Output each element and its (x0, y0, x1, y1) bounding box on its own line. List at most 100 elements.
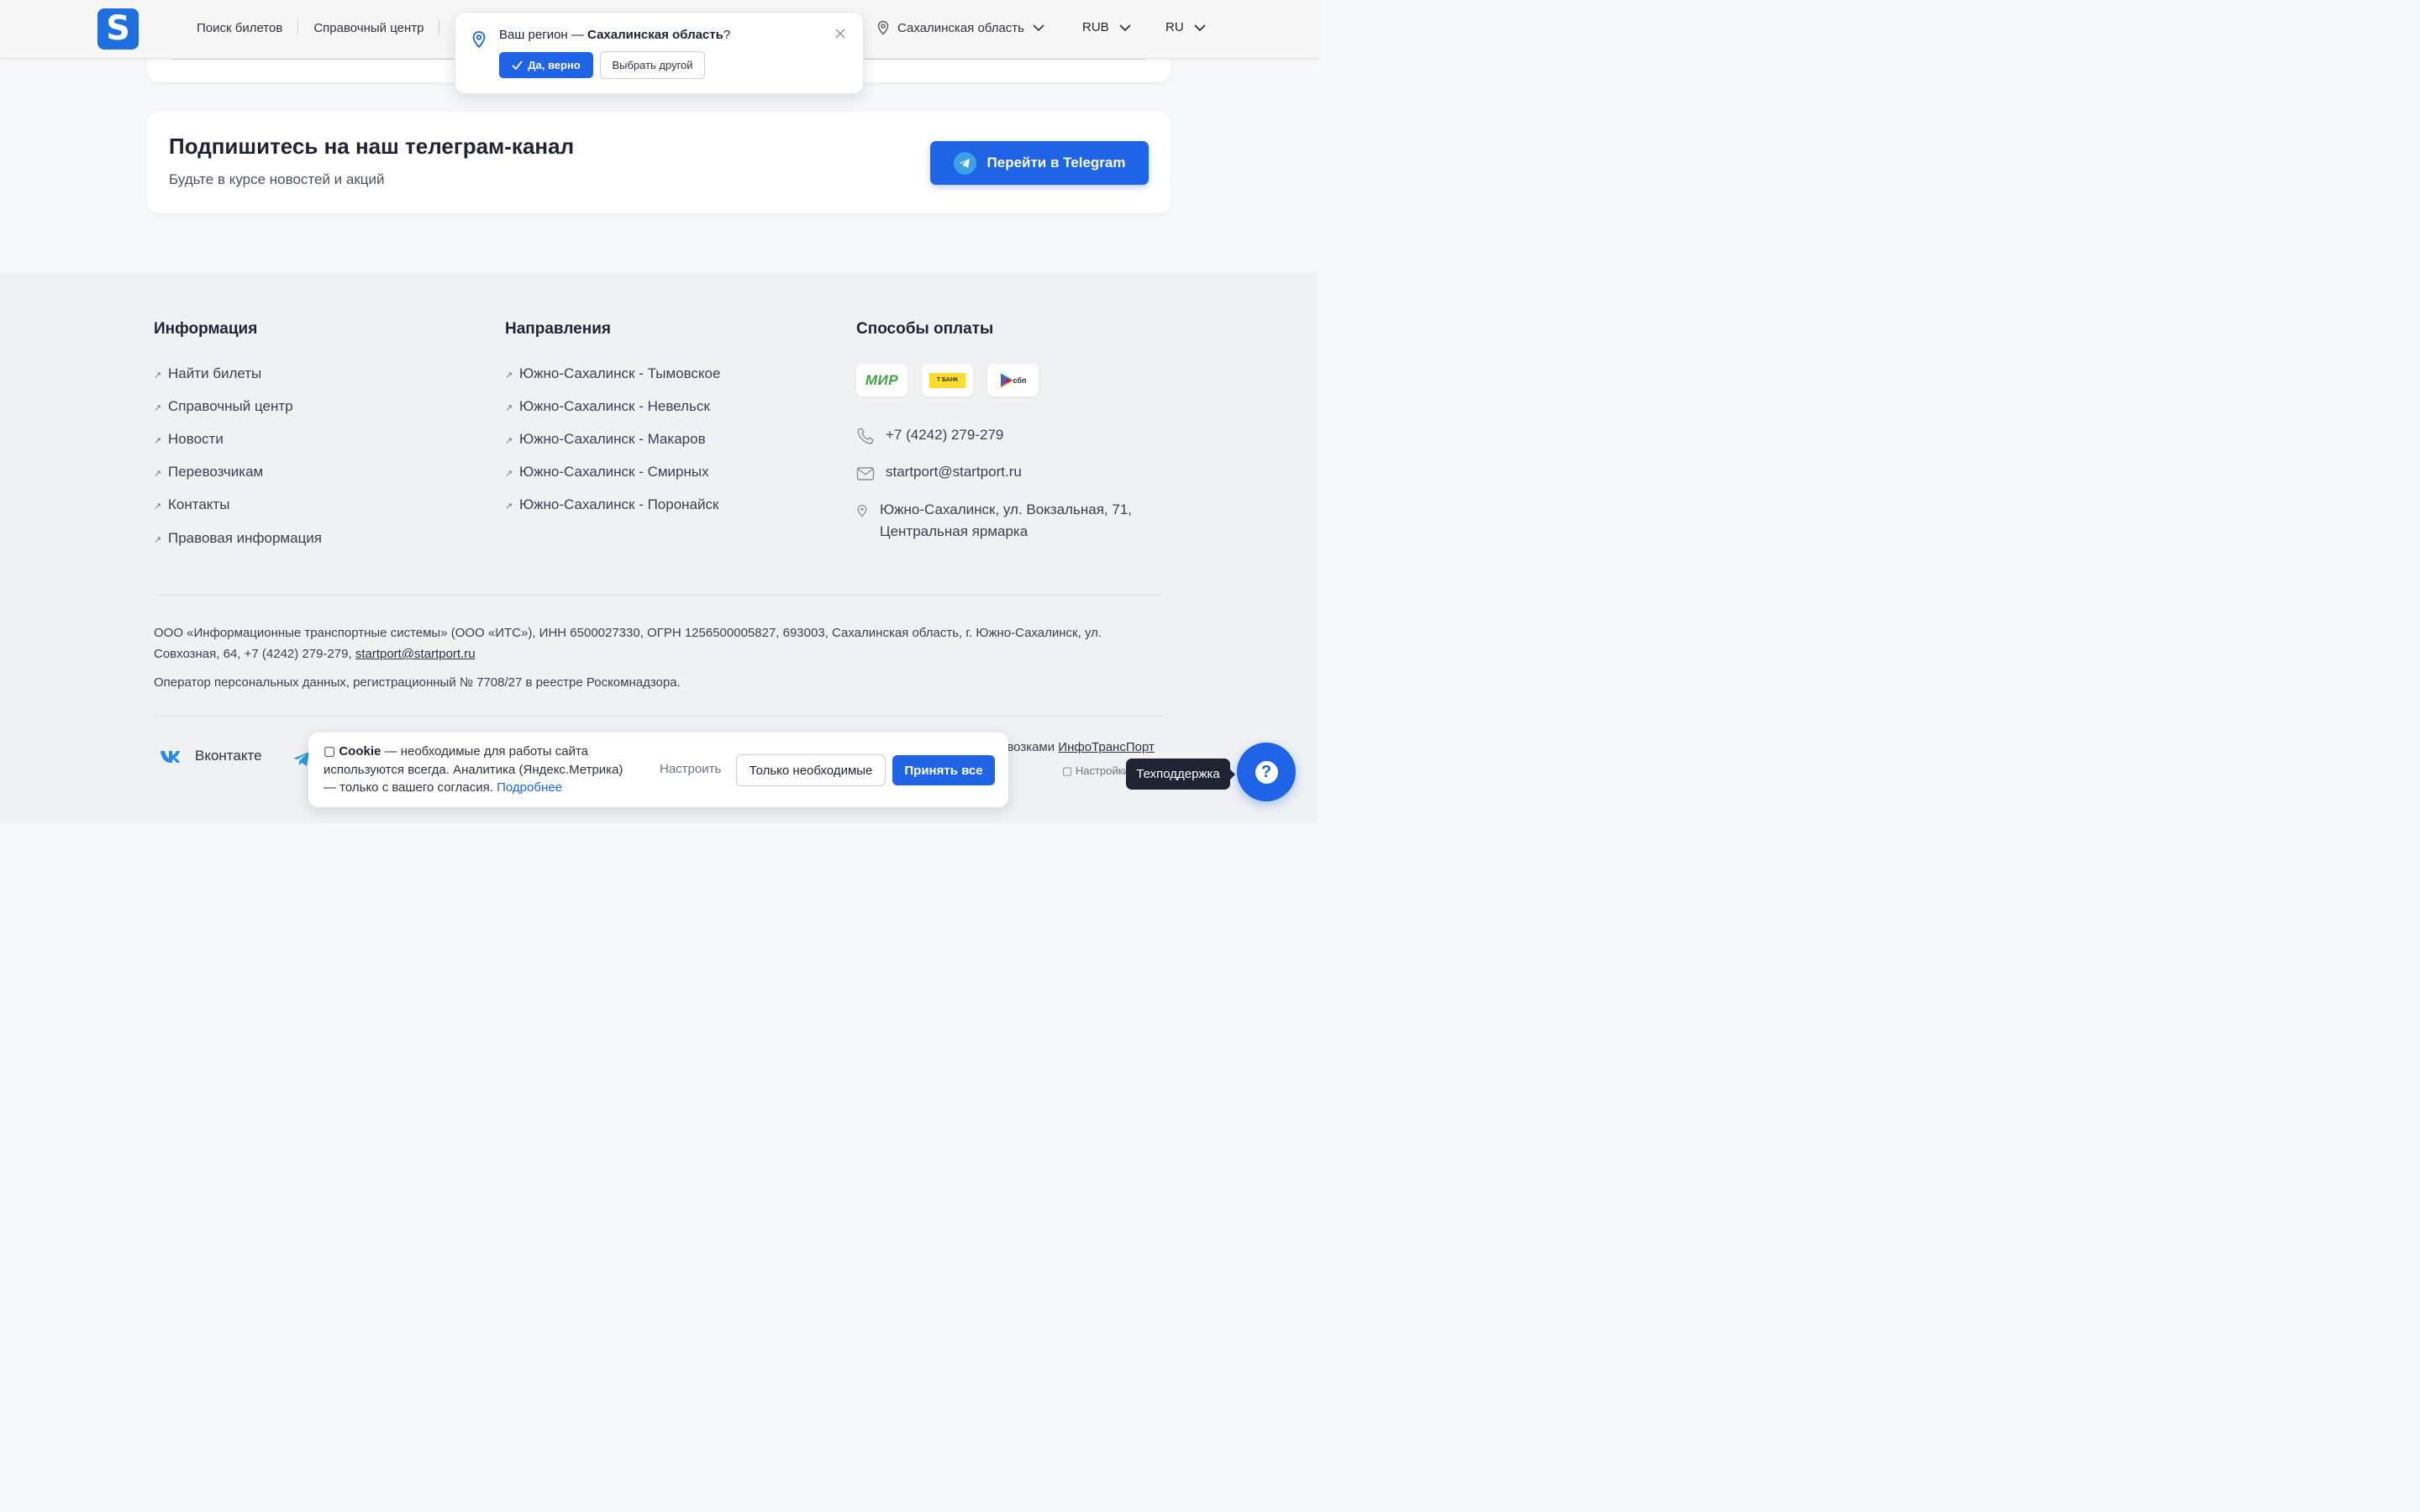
developer-link[interactable]: ИнфоТрансПорт (1058, 740, 1155, 754)
footer-link-find-tickets[interactable]: ↗ Найти билеты (154, 357, 322, 390)
arrow-up-right-icon: ↗ (505, 370, 513, 381)
phone-icon (856, 427, 886, 445)
footer-link-legal[interactable]: ↗ Правовая информация (154, 522, 322, 554)
footer-link-direction[interactable]: ↗ Южно-Сахалинск - Невельск (505, 390, 720, 423)
cookie-icon: ▢ (324, 744, 339, 759)
currency-selector[interactable]: RUB (1082, 20, 1131, 34)
telegram-card-subtitle: Будьте в курсе новостей и акций (169, 171, 385, 187)
arrow-up-right-icon: ↗ (505, 435, 513, 446)
arrow-up-right-icon: ↗ (154, 534, 162, 545)
logo[interactable]: S (97, 8, 139, 50)
vk-link[interactable]: Вконтакте (160, 748, 262, 764)
company-legal-info: ООО «Информационные транспортные системы… (154, 622, 1162, 664)
region-question-prefix: Ваш регион — (499, 28, 588, 42)
footer-link-direction[interactable]: ↗ Южно-Сахалинск - Тымовское (505, 357, 720, 390)
location-pin-icon (856, 499, 880, 517)
footer-link-contacts[interactable]: ↗ Контакты (154, 489, 322, 522)
arrow-up-right-icon: ↗ (154, 402, 162, 413)
cookie-more-link[interactable]: Подробнее (497, 780, 562, 795)
region-question: Ваш регион — Сахалинская область? (499, 28, 730, 42)
footer-link-direction[interactable]: ↗ Южно-Сахалинск - Макаров (505, 423, 720, 455)
footer-divider (154, 595, 1164, 596)
vk-link-label: Вконтакте (195, 748, 262, 764)
phone-number: +7 (4242) 279-279 (886, 427, 1004, 443)
direction-links: ↗ Южно-Сахалинск - Тымовское ↗ Южно-Сахали… (505, 357, 720, 522)
arrow-up-right-icon: ↗ (154, 501, 162, 512)
nav-search-tickets[interactable]: Поиск билетов (197, 21, 282, 35)
footer-link-label: Южно-Сахалинск - Смирных (519, 464, 709, 480)
mir-logo-text: МИР (865, 371, 899, 388)
contact-email[interactable]: startport@startport.ru (856, 464, 1022, 481)
footer-link-direction[interactable]: ↗ Южно-Сахалинск - Смирных (505, 456, 720, 489)
footer-link-help-center[interactable]: ↗ Справочный центр (154, 390, 322, 423)
email-address: startport@startport.ru (886, 464, 1022, 480)
footer-link-label: Правовая информация (168, 529, 323, 546)
payment-column-title: Способы оплаты (856, 320, 994, 338)
arrow-up-right-icon: ↗ (505, 402, 513, 413)
cookie-configure-button[interactable]: Настроить (660, 762, 721, 776)
cookie-accept-all-button[interactable]: Принять все (892, 755, 995, 785)
tbank-logo-text: Т БАНК (929, 372, 965, 388)
telegram-subscribe-card: Подпишитесь на наш телеграм-канал Будьте… (147, 112, 1171, 213)
close-icon[interactable] (835, 29, 845, 39)
footer-link-direction[interactable]: ↗ Южно-Сахалинск - Поронайск (505, 489, 720, 522)
question-icon: ? (1255, 760, 1278, 784)
telegram-button-label: Перейти в Telegram (986, 155, 1126, 171)
region-confirm-popup: Ваш регион — Сахалинская область? Да, ве… (455, 12, 864, 94)
chevron-down-icon (1033, 24, 1044, 31)
cookie-title: Cookie (339, 744, 381, 759)
main-nav: Поиск билетов Справочный центр (197, 20, 455, 35)
cookie-text: ▢ Cookie — необходимые для работы сайта … (324, 743, 634, 797)
legal-email-link[interactable]: startport@startport.ru (355, 647, 476, 661)
choose-other-region-button[interactable]: Выбрать другой (600, 51, 705, 79)
sbp-icon (1000, 372, 1013, 388)
personal-data-operator: Оператор персональных данных, регистраци… (154, 675, 681, 690)
language-selector[interactable]: RU (1165, 20, 1206, 34)
footer-link-label: Найти билеты (168, 365, 262, 381)
region-label: Сахалинская область (897, 20, 1024, 35)
legal-text: ООО «Информационные транспортные системы… (154, 626, 1102, 661)
cookie-necessary-only-button[interactable]: Только необходимые (736, 754, 886, 786)
confirm-region-button[interactable]: Да, верно (499, 52, 593, 78)
footer-link-carriers[interactable]: ↗ Перевозчикам (154, 456, 322, 489)
nav-help-center[interactable]: Справочный центр (313, 21, 424, 35)
settings-link[interactable]: ▢ Настройки (1062, 764, 1129, 778)
arrow-up-right-icon: ↗ (154, 370, 162, 381)
mir-payment-logo: МИР (856, 364, 908, 396)
address-text: Южно-Сахалинск, ул. Вокзальная, 71, Цент… (880, 499, 1132, 543)
location-pin-icon (877, 20, 889, 35)
support-button[interactable]: ? (1237, 743, 1296, 801)
language-label: RU (1165, 20, 1184, 34)
footer-link-label: Справочный центр (168, 397, 293, 414)
developer-credit: евозками ИнфоТрансПорт (1000, 740, 1155, 754)
footer-link-label: Южно-Сахалинск - Макаров (519, 430, 706, 447)
sbp-logo-text: сбп (1013, 375, 1027, 385)
arrow-up-right-icon: ↗ (505, 501, 513, 512)
location-pin-icon (472, 31, 486, 49)
telegram-icon (953, 151, 976, 175)
check-icon (512, 60, 523, 70)
sbp-logo: сбп (1000, 372, 1027, 388)
arrow-up-right-icon: ↗ (154, 469, 162, 480)
region-selector[interactable]: Сахалинская область (876, 20, 1052, 35)
address-line-2: Центральная ярмарка (880, 523, 1028, 539)
telegram-card-title: Подпишитесь на наш телеграм-канал (169, 134, 575, 159)
footer-link-label: Контакты (168, 496, 230, 513)
address-line-1: Южно-Сахалинск, ул. Вокзальная, 71, (880, 501, 1132, 517)
contact-address: Южно-Сахалинск, ул. Вокзальная, 71, Цент… (856, 499, 1132, 543)
arrow-up-right-icon: ↗ (505, 469, 513, 480)
contact-phone[interactable]: +7 (4242) 279-279 (856, 427, 1003, 445)
mail-icon (856, 464, 886, 481)
confirm-region-label: Да, верно (528, 59, 581, 71)
telegram-button[interactable]: Перейти в Telegram (930, 141, 1149, 185)
developer-prefix: евозками (1000, 740, 1059, 754)
payment-methods: МИР Т БАНК сбп (856, 364, 1053, 396)
footer-link-label: Южно-Сахалинск - Поронайск (519, 496, 719, 513)
settings-link-label: Настройки (1075, 764, 1129, 777)
arrow-up-right-icon: ↗ (154, 435, 162, 446)
region-question-name: Сахалинская область (587, 28, 723, 42)
directions-column-title: Направления (505, 320, 611, 338)
region-question-suffix: ? (723, 28, 731, 42)
footer-link-news[interactable]: ↗ Новости (154, 423, 322, 455)
info-links: ↗ Найти билеты ↗ Справочный центр ↗ Новости… (154, 357, 322, 554)
